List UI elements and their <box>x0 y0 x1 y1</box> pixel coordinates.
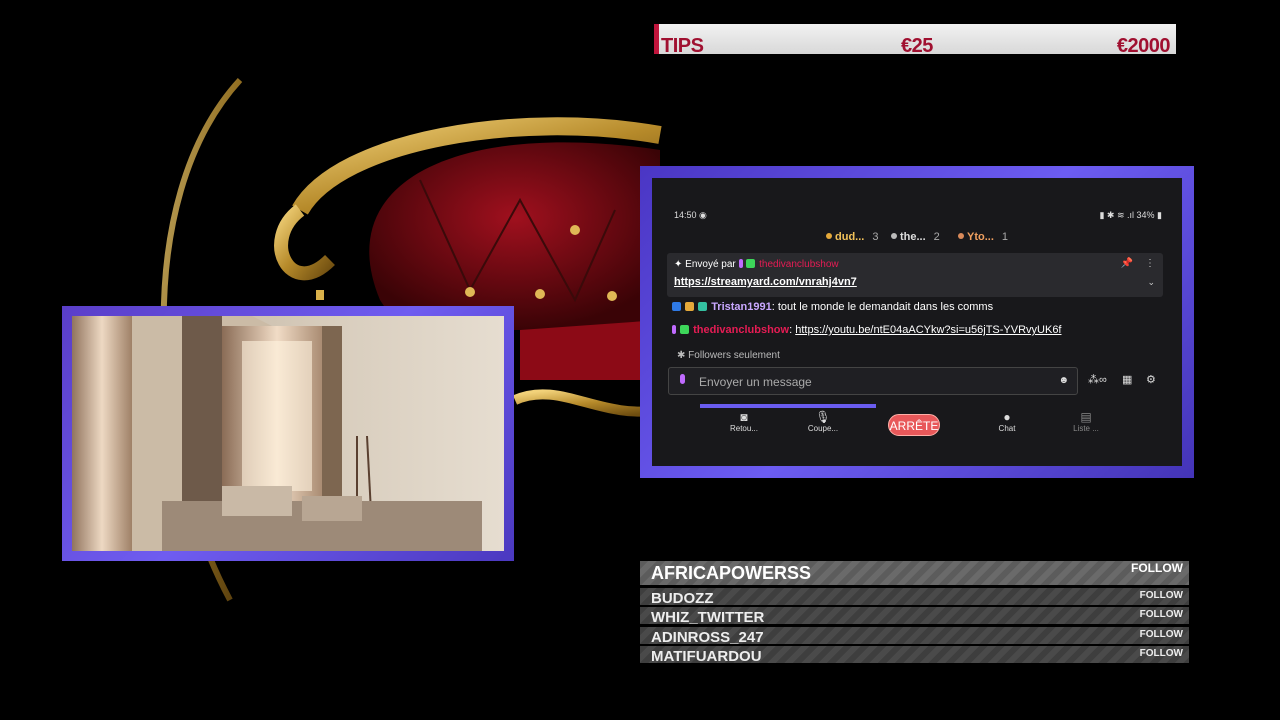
room-scene-image <box>72 316 504 551</box>
emoji-icon[interactable]: ☻ <box>1058 375 1069 386</box>
signal-icon: ▮ ✱ ≋ .ıl <box>1099 210 1137 220</box>
nav-list-button[interactable]: ▤ Liste ... <box>1066 410 1106 433</box>
chat-input[interactable] <box>697 373 1051 391</box>
phone-clock: 14:50 ◉ <box>674 210 707 220</box>
leaderboard-item-3[interactable]: Yto... 1 <box>958 231 1008 243</box>
battery-level: 34% <box>1136 210 1155 220</box>
store-icon[interactable]: ▦ <box>1122 373 1132 386</box>
mic-badge-icon <box>672 325 676 334</box>
pin-small-icon: ✦ <box>674 259 683 270</box>
follower-name: AFRICAPOWERSS <box>651 563 812 583</box>
follow-label: FOLLOW <box>1139 590 1183 601</box>
chat-input-box[interactable]: ☻ <box>668 367 1078 395</box>
gift-icon[interactable]: ⁂∞ <box>1088 373 1107 386</box>
chat-link[interactable]: https://youtu.be/ntE04aACYkw?si=u56jTS-Y… <box>795 324 1061 336</box>
chat-bubble-icon: ● <box>1003 410 1011 424</box>
mic-icon[interactable] <box>680 374 685 384</box>
gold-medal-icon <box>826 233 832 239</box>
tab-indicator <box>700 404 876 408</box>
settings-dot-icon: ◉ <box>699 210 707 220</box>
chat-username[interactable]: Tristan1991 <box>711 301 772 313</box>
leaderboard-item-2[interactable]: the... 2 <box>891 231 940 243</box>
follow-label: FOLLOW <box>1139 629 1183 640</box>
bottom-nav: ◙ Retou... 🎙 Coupe... ARRÊTE ● Chat ▤ Liste … <box>652 410 1182 444</box>
bronze-medal-icon <box>958 233 964 239</box>
chat-message: Tristan1991: tout le monde le demandait … <box>672 301 993 313</box>
follower-name: MATIFUARDOU <box>651 648 762 663</box>
mod-badge-icon <box>746 259 756 268</box>
webcam-frame <box>62 306 514 561</box>
tips-amount-low: €25 <box>901 35 933 54</box>
nav-back-button[interactable]: ◙ Retou... <box>724 410 764 433</box>
lock-icon: ✱ <box>677 350 686 361</box>
pinned-link[interactable]: https://streamyard.com/vnrahj4vn7 <box>674 276 857 288</box>
follow-label: FOLLOW <box>1139 648 1183 659</box>
follow-row: BUDOZZ FOLLOW <box>640 588 1189 605</box>
gift-badge-icon <box>698 302 708 311</box>
stop-stream-button[interactable]: ARRÊTE <box>888 414 940 436</box>
tips-label: TIPS <box>661 35 704 54</box>
sub-badge-icon <box>685 302 695 311</box>
leaderboard-item-1[interactable]: dud... 3 <box>826 231 878 243</box>
follow-label: FOLLOW <box>1131 561 1183 575</box>
mod-badge-icon <box>680 325 690 334</box>
recent-follow-highlight: AFRICAPOWERSS FOLLOW <box>640 561 1189 585</box>
follower-name: ADINROSS_247 <box>651 629 764 644</box>
webcam-video <box>72 316 504 551</box>
list-icon: ▤ <box>1080 410 1092 424</box>
follower-name: WHIZ_TWITTER <box>651 609 765 624</box>
phone-screen: 14:50 ◉ ▮ ✱ ≋ .ıl 34% ▮ dud... 3 the... 2 … <box>652 178 1182 466</box>
pinned-sender: ✦ Envoyé par thedivanclubshow <box>674 259 839 270</box>
follow-row: MATIFUARDOU FOLLOW <box>640 646 1189 663</box>
more-options-icon[interactable]: ⋮ <box>1145 258 1155 269</box>
chat-username[interactable]: thedivanclubshow <box>693 324 789 336</box>
tips-bar: TIPS €25 €2000 <box>654 24 1176 54</box>
follower-name: BUDOZZ <box>651 590 714 605</box>
pin-icon[interactable]: 📌 <box>1121 258 1133 269</box>
phone-screen-frame: 14:50 ◉ ▮ ✱ ≋ .ıl 34% ▮ dud... 3 the... 2 … <box>640 166 1194 478</box>
follow-label: FOLLOW <box>1139 609 1183 620</box>
nav-chat-button[interactable]: ● Chat <box>987 410 1027 433</box>
pinned-message[interactable]: ✦ Envoyé par thedivanclubshow https://st… <box>667 253 1163 297</box>
silver-medal-icon <box>891 233 897 239</box>
chat-text: tout le monde le demandait dans les comm… <box>774 301 994 313</box>
followers-only-notice: ✱ Followers seulement <box>677 350 780 361</box>
tips-amount-high: €2000 <box>1116 35 1171 54</box>
nav-mute-button[interactable]: 🎙 Coupe... <box>803 410 843 433</box>
mic-badge-icon <box>738 259 743 268</box>
chevron-down-icon[interactable]: ⌄ <box>1147 277 1155 288</box>
verified-badge-icon <box>672 302 681 311</box>
microphone-icon: 🎙 <box>815 410 831 424</box>
battery-icon: ▮ <box>1157 210 1162 220</box>
phone-status-icons: ▮ ✱ ≋ .ıl 34% ▮ <box>1099 210 1162 221</box>
follow-row: WHIZ_TWITTER FOLLOW <box>640 607 1189 624</box>
gear-icon[interactable]: ⚙ <box>1146 373 1156 386</box>
follow-row: ADINROSS_247 FOLLOW <box>640 627 1189 644</box>
camera-flip-icon: ◙ <box>740 410 748 424</box>
chat-message: thedivanclubshow: https://youtu.be/ntE04… <box>672 324 1062 336</box>
